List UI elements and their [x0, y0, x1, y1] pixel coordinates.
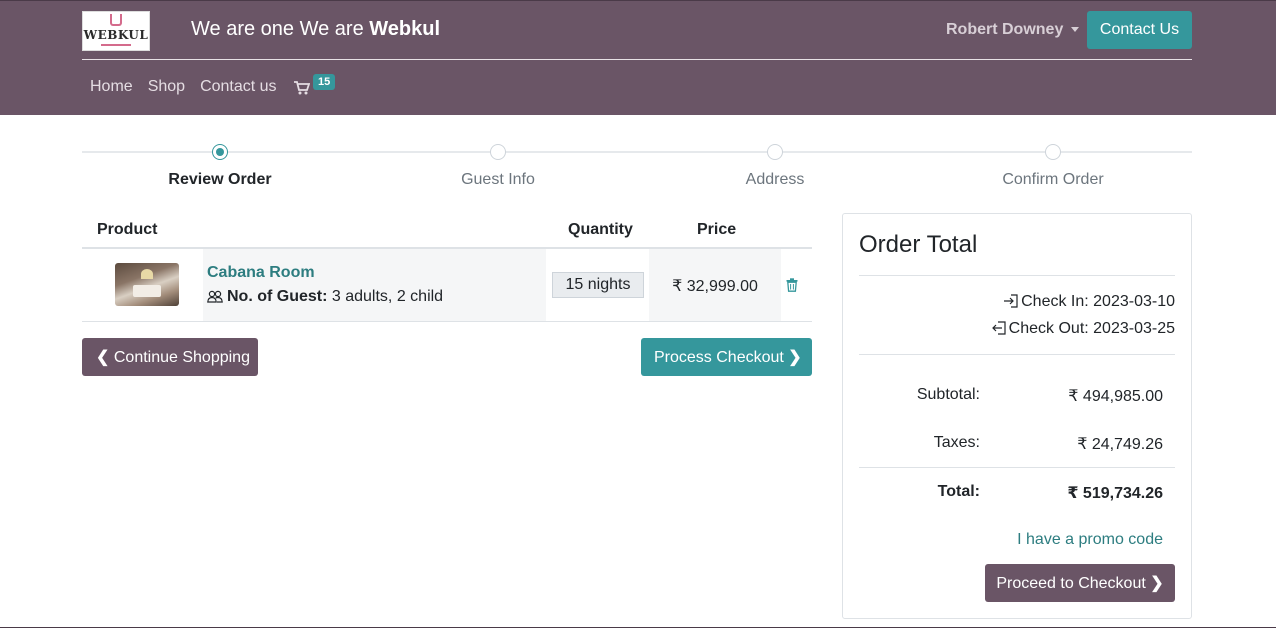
step-dot-confirm-order — [1045, 144, 1061, 160]
total-label: Total: — [937, 483, 980, 500]
subtotal-label: Subtotal: — [916, 386, 980, 403]
step-guest-info: Guest Info — [461, 171, 535, 188]
caret-down-icon — [1071, 27, 1080, 33]
header-divider — [82, 59, 1192, 60]
progress-track — [82, 151, 1192, 153]
nav-home[interactable]: Home — [90, 78, 133, 96]
user-name: Robert Downey — [946, 21, 1064, 38]
card-divider-total — [859, 467, 1175, 468]
quantity-field[interactable]: 15 nights — [552, 272, 644, 298]
cart-icon — [294, 81, 310, 95]
tagline-prefix: We are one We are — [191, 18, 364, 40]
card-divider-dates — [859, 354, 1175, 355]
step-review-order: Review Order — [168, 171, 272, 188]
check-in-text: Check In: 2023-03-10 — [1021, 293, 1175, 310]
chevron-left-icon: ❮ — [96, 349, 110, 366]
row-cell-bg-product — [203, 249, 546, 321]
subtotal-value: ₹ 494,985.00 — [1068, 388, 1163, 405]
user-menu[interactable]: Robert Downey — [946, 21, 1080, 39]
continue-shopping-label: Continue Shopping — [113, 349, 250, 366]
nav-shop[interactable]: Shop — [148, 78, 185, 96]
step-dot-address — [767, 144, 783, 160]
col-header-product: Product — [97, 221, 158, 238]
promo-code-link[interactable]: I have a promo code — [1017, 531, 1163, 549]
process-checkout-label: Process Checkout — [654, 349, 784, 366]
continue-shopping-button[interactable]: ❮ Continue Shopping — [82, 338, 258, 376]
guest-label: No. of Guest: — [227, 288, 328, 305]
logo-text: WEBKUL — [83, 28, 149, 42]
contact-us-button[interactable]: Contact Us — [1087, 11, 1192, 49]
sign-in-icon — [1004, 294, 1018, 308]
table-bottom-divider — [82, 321, 812, 322]
tagline-brand: Webkul — [369, 18, 441, 40]
col-header-price: Price — [697, 221, 737, 238]
logo-underline — [101, 44, 131, 46]
cart-count-badge: 15 — [313, 74, 336, 90]
proceed-to-checkout-button[interactable]: Proceed to Checkout ❯ — [985, 564, 1175, 602]
total-value: ₹ 519,734.26 — [1067, 485, 1163, 502]
row-price: ₹ 32,999.00 — [672, 278, 758, 295]
guest-value: 3 adults, 2 child — [331, 288, 444, 305]
step-confirm-order: Confirm Order — [1002, 171, 1104, 188]
nav-cart[interactable]: 15 — [294, 74, 344, 100]
site-header: WEBKUL We are one We are Webkul Robert D… — [0, 0, 1276, 115]
order-total-title: Order Total — [859, 231, 978, 258]
step-dot-guest-info — [490, 144, 506, 160]
chevron-right-icon: ❯ — [788, 349, 802, 366]
check-in-date: Check In: 2023-03-10 — [1003, 293, 1175, 311]
sign-out-icon — [991, 321, 1006, 335]
main-nav: Home Shop Contact us — [90, 78, 292, 96]
chevron-right-icon: ❯ — [1150, 575, 1164, 592]
taxes-label: Taxes: — [933, 434, 980, 451]
nav-contact-us[interactable]: Contact us — [200, 78, 276, 96]
step-address: Address — [745, 171, 805, 188]
proceed-to-checkout-label: Proceed to Checkout — [996, 575, 1146, 592]
order-total-card — [842, 213, 1192, 619]
col-header-quantity: Quantity — [568, 221, 633, 238]
taxes-value: ₹ 24,749.26 — [1077, 436, 1163, 453]
step-dot-review-order — [212, 144, 228, 160]
logo-crown-icon — [110, 14, 122, 26]
users-icon — [207, 290, 223, 303]
process-checkout-button[interactable]: Process Checkout ❯ — [641, 338, 812, 376]
check-out-date: Check Out: 2023-03-25 — [991, 320, 1175, 338]
brand-logo[interactable]: WEBKUL — [82, 11, 150, 51]
product-thumbnail[interactable] — [115, 263, 179, 306]
site-tagline: We are one We are Webkul — [191, 18, 440, 41]
card-divider-top — [859, 275, 1175, 276]
guest-info: No. of Guest: 3 adults, 2 child — [207, 288, 443, 306]
product-name-link[interactable]: Cabana Room — [207, 264, 315, 282]
trash-icon[interactable] — [786, 278, 798, 292]
check-out-text: Check Out: 2023-03-25 — [1008, 320, 1175, 337]
